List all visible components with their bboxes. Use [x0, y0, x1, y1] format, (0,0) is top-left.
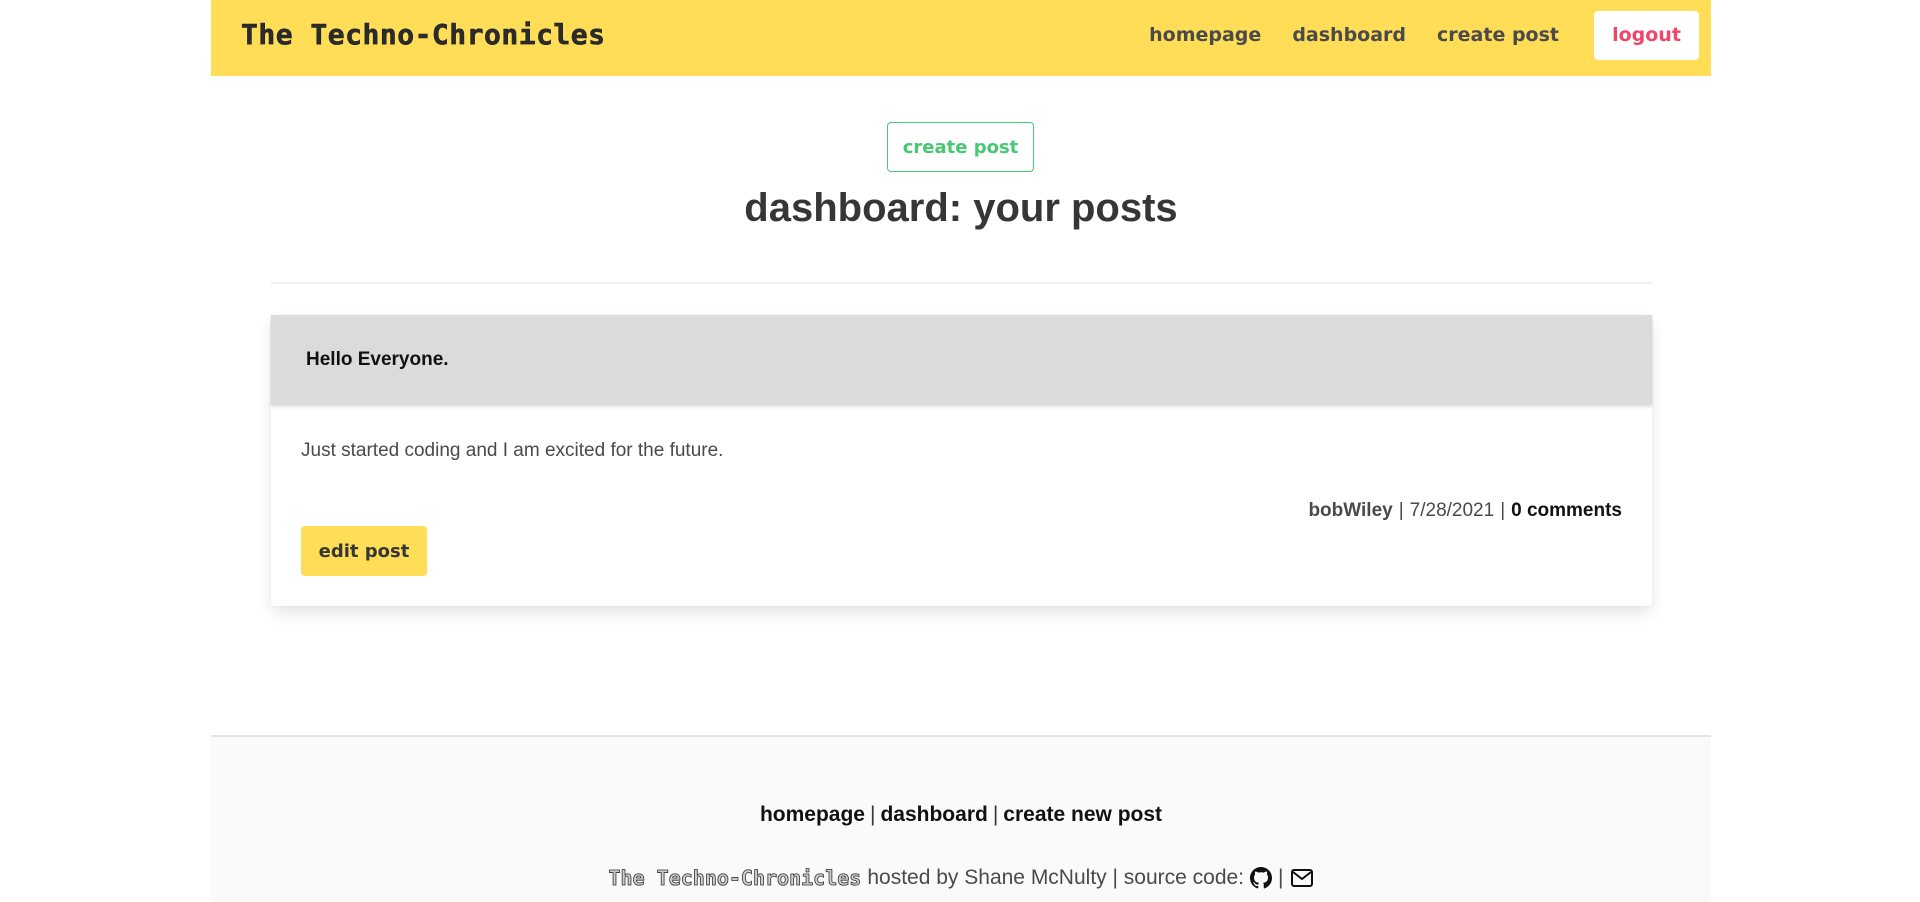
- footer-brand: The Techno-Chronicles: [608, 866, 862, 891]
- footer-links: homepage | dashboard | create new post: [211, 803, 1711, 827]
- post-date: 7/28/2021: [1409, 500, 1495, 521]
- nav-link-dashboard[interactable]: dashboard: [1292, 24, 1406, 46]
- post-meta: bobWiley | 7/28/2021 | 0 comments: [1308, 500, 1622, 522]
- divider: [271, 282, 1652, 284]
- footer-link-dashboard[interactable]: dashboard: [880, 803, 987, 826]
- footer-credit: The Techno-Chronicles hosted by Shane Mc…: [211, 866, 1711, 890]
- nav-links: homepage dashboard create post logout: [1149, 10, 1699, 60]
- post-comments-link[interactable]: 0 comments: [1511, 500, 1622, 522]
- footer-credit-text: hosted by Shane McNulty | source code:: [867, 866, 1245, 889]
- navbar: The Techno-Chronicles homepage dashboard…: [211, 0, 1711, 76]
- create-post-button[interactable]: create post: [887, 122, 1034, 172]
- post-body: Just started coding and I am excited for…: [301, 440, 724, 461]
- envelope-icon[interactable]: [1290, 868, 1314, 888]
- footer-separator: |: [870, 803, 876, 826]
- meta-separator: |: [1500, 500, 1506, 521]
- post-author: bobWiley: [1308, 500, 1393, 521]
- footer-link-create-new-post[interactable]: create new post: [1003, 803, 1162, 826]
- footer-separator: |: [1278, 866, 1284, 889]
- brand-logo[interactable]: The Techno-Chronicles: [241, 18, 606, 52]
- footer: homepage | dashboard | create new post The T…: [211, 735, 1711, 902]
- meta-separator: |: [1398, 500, 1404, 521]
- post-card: Hello Everyone. Just started coding and …: [271, 315, 1652, 606]
- page-title: dashboard: your posts: [744, 186, 1178, 230]
- github-icon[interactable]: [1250, 867, 1273, 889]
- post-title: Hello Everyone.: [306, 349, 449, 370]
- nav-link-homepage[interactable]: homepage: [1149, 24, 1261, 46]
- footer-separator: |: [992, 803, 999, 826]
- edit-post-button[interactable]: edit post: [301, 526, 427, 576]
- nav-link-create-post[interactable]: create post: [1437, 24, 1559, 46]
- logout-button[interactable]: logout: [1594, 10, 1699, 60]
- footer-link-homepage[interactable]: homepage: [760, 803, 865, 826]
- page: The Techno-Chronicles homepage dashboard…: [211, 0, 1711, 902]
- post-card-header: Hello Everyone.: [271, 315, 1652, 405]
